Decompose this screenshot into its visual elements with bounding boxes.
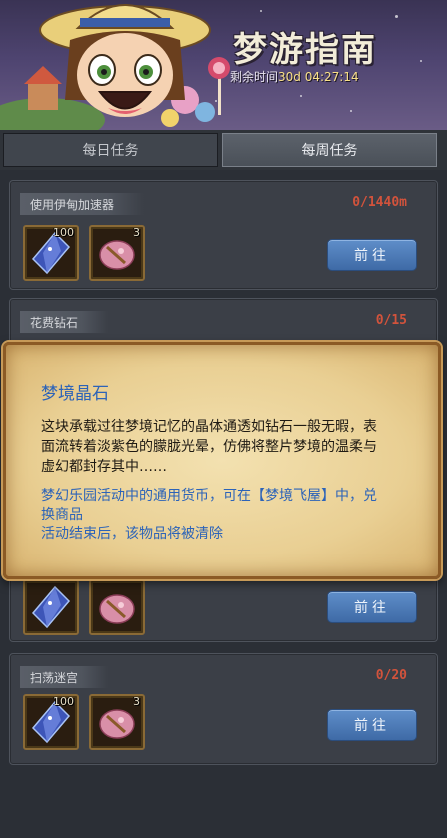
tab-weekly-tasks[interactable]: 每周任务 (222, 133, 437, 167)
tooltip-description: 这块承载过往梦境记忆的晶体通透如钻石一般无暇，表面流转着淡紫色的朦胧光晕，仿佛将… (41, 419, 377, 475)
timer-value: 30d 04:27:14 (278, 70, 359, 84)
task-card: 使用伊甸加速器 0/1440m 100 3 前往 (9, 180, 438, 290)
item-tooltip: 梦境晶石 这块承载过往梦境记忆的晶体通透如钻石一般无暇，表面流转着淡紫色的朦胧光… (3, 342, 441, 579)
task-progress: 0/15 (375, 313, 407, 328)
reward-pink-gem[interactable] (89, 579, 145, 635)
reward-count: 100 (53, 226, 74, 239)
tab-daily-tasks[interactable]: 每日任务 (3, 133, 218, 167)
mascot-illustration (0, 4, 230, 130)
reward-pink-gem[interactable]: 3 (89, 694, 145, 750)
reward-dream-crystal[interactable]: 100 (23, 225, 79, 281)
reward-dream-crystal[interactable] (23, 579, 79, 635)
dream-crystal-icon (31, 585, 71, 629)
task-progress: 0/1440m (352, 195, 407, 210)
timer-label: 剩余时间 (230, 70, 279, 84)
reward-pink-gem[interactable]: 3 (89, 225, 145, 281)
reward-count: 100 (53, 695, 74, 708)
reward-dream-crystal[interactable]: 100 (23, 694, 79, 750)
reward-count: 3 (133, 226, 140, 239)
reward-count: 3 (133, 695, 140, 708)
event-banner: 梦游指南 剩余时间30d 04:27:14 (0, 0, 447, 130)
go-button[interactable]: 前往 (327, 239, 417, 271)
task-progress: 0/20 (375, 668, 407, 683)
task-label: 扫荡迷宫 (20, 666, 109, 688)
go-button[interactable]: 前往 (327, 709, 417, 741)
task-label: 花费钻石 (20, 311, 109, 333)
task-card: 扫荡迷宫 0/20 100 3 前往 (9, 653, 438, 765)
task-tabs: 每日任务 每周任务 (0, 130, 447, 170)
remaining-time: 剩余时间30d 04:27:14 (230, 68, 359, 85)
tooltip-note: 梦幻乐园活动中的通用货币，可在【梦境飞屋】中，兑换商品 活动结束后，该物品将被清… (41, 487, 386, 544)
tooltip-title: 梦境晶石 (41, 384, 109, 404)
tooltip-note-line: 梦幻乐园活动中的通用货币，可在【梦境飞屋】中，兑换商品 (41, 488, 377, 523)
event-title: 梦游指南 (233, 30, 377, 70)
pink-gem-icon (99, 594, 135, 624)
go-button[interactable]: 前往 (327, 591, 417, 623)
task-label: 使用伊甸加速器 (20, 193, 145, 215)
tooltip-note-line: 活动结束后，该物品将被清除 (41, 526, 223, 542)
